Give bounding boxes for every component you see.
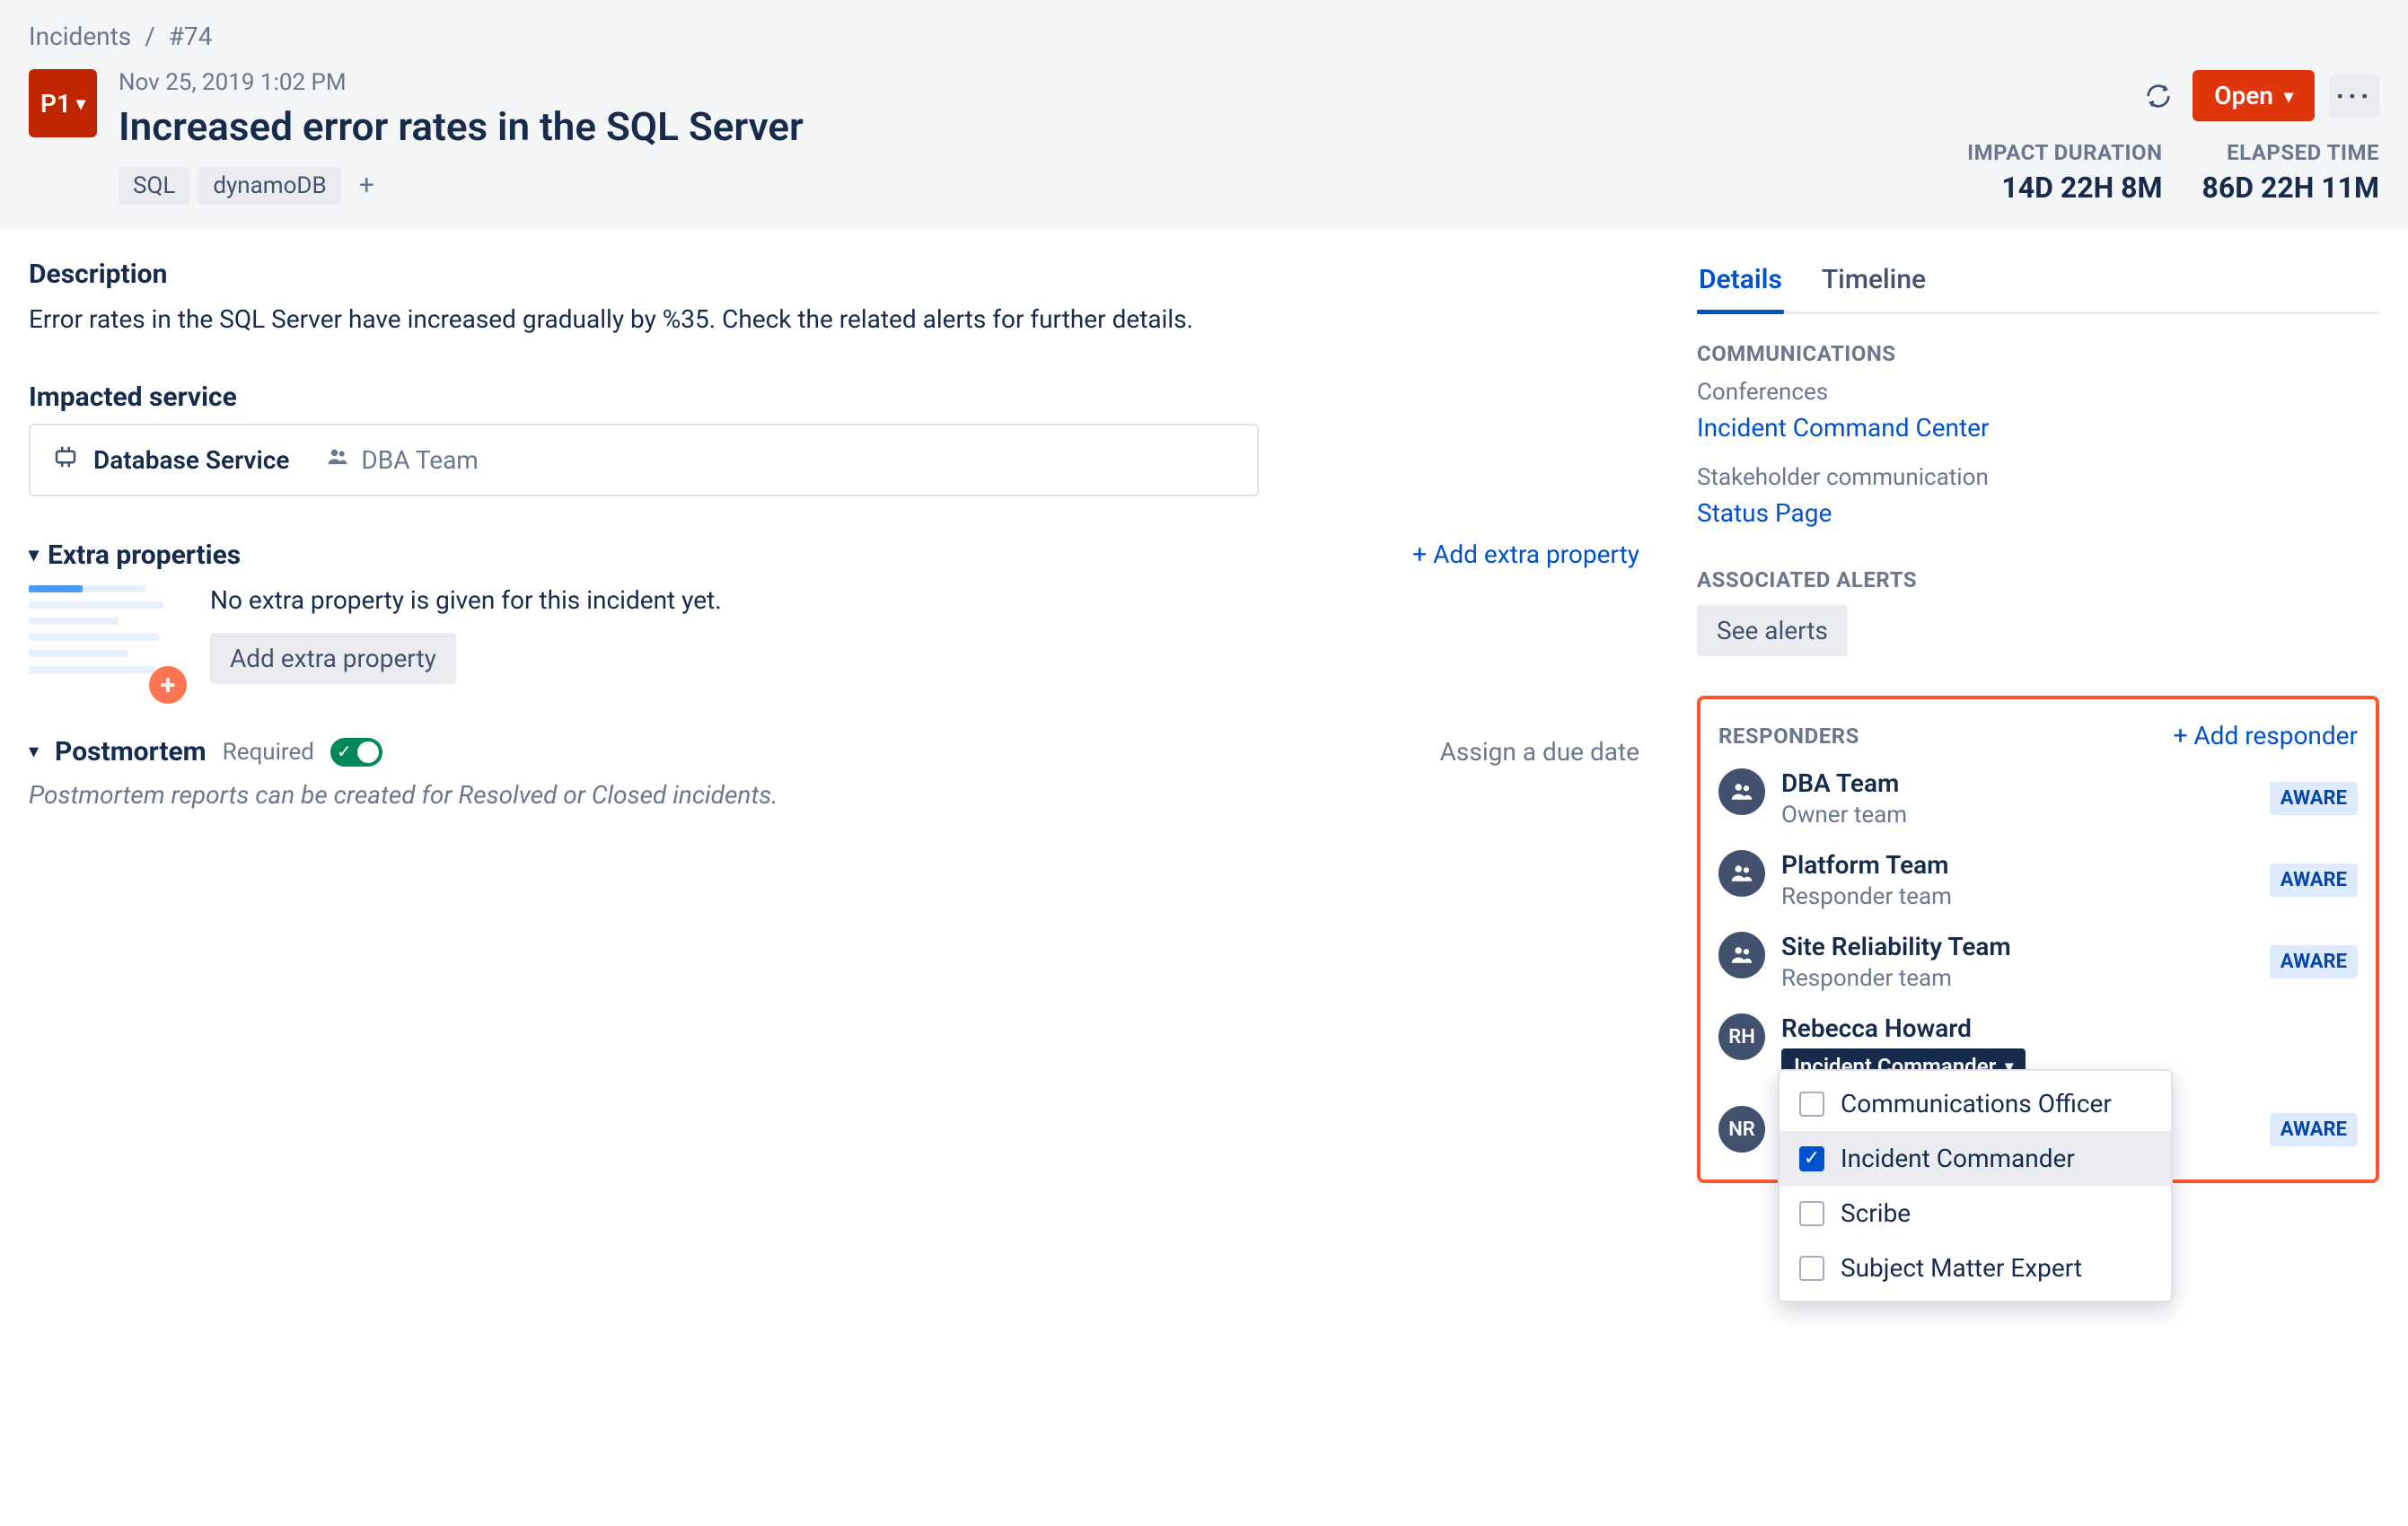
impact-duration-value: 14D 22H 8M: [1967, 171, 2162, 205]
role-dropdown: Communications Officer ✓ Incident Comman…: [1778, 1069, 2173, 1302]
priority-label: P1: [40, 89, 71, 118]
priority-badge[interactable]: P1 ▾: [29, 69, 97, 137]
add-tag-button[interactable]: +: [350, 166, 383, 205]
check-icon: ✓: [337, 741, 352, 762]
add-responder-link[interactable]: + Add responder: [2174, 721, 2358, 750]
communications-section: COMMUNICATIONS Conferences Incident Comm…: [1697, 341, 2379, 528]
refresh-icon[interactable]: [2139, 76, 2178, 116]
responder-role: Responder team: [1781, 883, 2254, 910]
responder-role: Responder team: [1781, 965, 2254, 992]
service-name: Database Service: [93, 445, 289, 475]
aware-badge: AWARE: [2270, 1113, 2358, 1146]
required-label: Required: [223, 739, 314, 766]
user-avatar: RH: [1718, 1013, 1765, 1060]
status-button-label: Open: [2214, 81, 2273, 110]
postmortem-note: Postmortem reports can be created for Re…: [29, 780, 1639, 810]
duration-block: IMPACT DURATION 14D 22H 8M ELAPSED TIME …: [1967, 140, 2379, 205]
chevron-down-icon[interactable]: ▾: [29, 544, 39, 566]
elapsed-time-label: ELAPSED TIME: [2202, 140, 2379, 165]
service-icon: [52, 443, 79, 477]
responder-name: DBA Team: [1781, 768, 2254, 798]
no-properties-message: No extra property is given for this inci…: [210, 585, 722, 615]
responder-name: Rebecca Howard: [1781, 1013, 2358, 1043]
add-extra-property-link[interactable]: + Add extra property: [1412, 539, 1639, 569]
team-avatar-icon: [1718, 932, 1765, 978]
breadcrumb-id: #74: [169, 22, 213, 51]
tab-details[interactable]: Details: [1697, 259, 1784, 311]
responder-row[interactable]: RH Rebecca Howard Incident Commander ▾: [1718, 1013, 2358, 1084]
team-avatar-icon: [1718, 768, 1765, 815]
aware-badge: AWARE: [2270, 782, 2358, 815]
impacted-service-section: Impacted service Database Service DBA Te…: [29, 382, 1639, 496]
role-option[interactable]: Subject Matter Expert: [1780, 1241, 2171, 1295]
description-text: Error rates in the SQL Server have incre…: [29, 301, 1639, 338]
chevron-down-icon[interactable]: ▾: [29, 741, 39, 763]
stakeholder-link[interactable]: Status Page: [1697, 498, 2379, 528]
tab-timeline[interactable]: Timeline: [1820, 259, 1928, 311]
page-header: Incidents / #74 P1 ▾ Nov 25, 2019 1:02 P…: [0, 0, 2408, 230]
responder-name: Site Reliability Team: [1781, 932, 2254, 961]
role-option-label: Scribe: [1841, 1198, 1911, 1228]
aware-badge: AWARE: [2270, 864, 2358, 897]
responders-heading: RESPONDERS: [1718, 724, 1859, 749]
responder-role: Owner team: [1781, 802, 2254, 829]
responder-row[interactable]: DBA Team Owner team AWARE: [1718, 768, 2358, 829]
user-avatar: NR: [1718, 1106, 1765, 1153]
role-option[interactable]: ✓ Incident Commander: [1780, 1131, 2171, 1186]
aware-badge: AWARE: [2270, 945, 2358, 978]
role-option-label: Incident Commander: [1841, 1144, 2075, 1173]
status-button[interactable]: Open ▾: [2193, 70, 2315, 121]
postmortem-section: ▾ Postmortem Required ✓ Assign a due dat…: [29, 736, 1639, 810]
chevron-down-icon: ▾: [2284, 85, 2293, 107]
stakeholder-label: Stakeholder communication: [1697, 464, 2379, 491]
responder-row[interactable]: Platform Team Responder team AWARE: [1718, 850, 2358, 910]
checkbox-icon: [1799, 1092, 1824, 1117]
chevron-down-icon: ▾: [76, 92, 85, 114]
more-actions-button[interactable]: ···: [2329, 75, 2379, 118]
impacted-service-heading: Impacted service: [29, 382, 1639, 413]
postmortem-heading: Postmortem: [55, 736, 207, 767]
properties-illustration: +: [29, 585, 181, 693]
associated-alerts-heading: ASSOCIATED ALERTS: [1697, 567, 2379, 592]
team-name: DBA Team: [361, 445, 478, 475]
team-avatar-icon: [1718, 850, 1765, 897]
breadcrumb: Incidents / #74: [29, 22, 2379, 51]
assign-due-date-link[interactable]: Assign a due date: [1440, 737, 1639, 767]
responder-name: Platform Team: [1781, 850, 2254, 880]
extra-properties-heading: Extra properties: [48, 539, 241, 571]
description-section: Description Error rates in the SQL Serve…: [29, 259, 1639, 338]
role-option[interactable]: Scribe: [1780, 1186, 2171, 1241]
checkbox-checked-icon: ✓: [1799, 1146, 1824, 1171]
plus-icon: +: [149, 666, 187, 704]
side-tabs: Details Timeline: [1697, 259, 2379, 314]
tag[interactable]: dynamoDB: [198, 167, 340, 205]
elapsed-time-value: 86D 22H 11M: [2202, 171, 2379, 205]
tag[interactable]: SQL: [119, 167, 189, 205]
conferences-label: Conferences: [1697, 379, 2379, 406]
extra-properties-section: ▾ Extra properties + Add extra property …: [29, 539, 1639, 693]
communications-heading: COMMUNICATIONS: [1697, 341, 2379, 366]
responders-section: RESPONDERS + Add responder DBA Team Owne…: [1697, 696, 2379, 1183]
incident-timestamp: Nov 25, 2019 1:02 PM: [119, 69, 2379, 96]
associated-alerts-section: ASSOCIATED ALERTS See alerts: [1697, 567, 2379, 656]
service-card[interactable]: Database Service DBA Team: [29, 424, 1259, 496]
team-icon: [325, 444, 350, 476]
role-option[interactable]: Communications Officer: [1780, 1076, 2171, 1131]
conference-link[interactable]: Incident Command Center: [1697, 413, 2379, 443]
postmortem-required-toggle[interactable]: ✓: [330, 738, 382, 767]
impact-duration-label: IMPACT DURATION: [1967, 140, 2162, 165]
see-alerts-button[interactable]: See alerts: [1697, 605, 1848, 656]
role-option-label: Communications Officer: [1841, 1089, 2112, 1118]
checkbox-icon: [1799, 1256, 1824, 1281]
checkbox-icon: [1799, 1201, 1824, 1226]
breadcrumb-root[interactable]: Incidents: [29, 22, 131, 51]
responder-row[interactable]: Site Reliability Team Responder team AWA…: [1718, 932, 2358, 992]
role-option-label: Subject Matter Expert: [1841, 1253, 2082, 1283]
description-heading: Description: [29, 259, 1639, 290]
add-extra-property-button[interactable]: Add extra property: [210, 633, 456, 684]
